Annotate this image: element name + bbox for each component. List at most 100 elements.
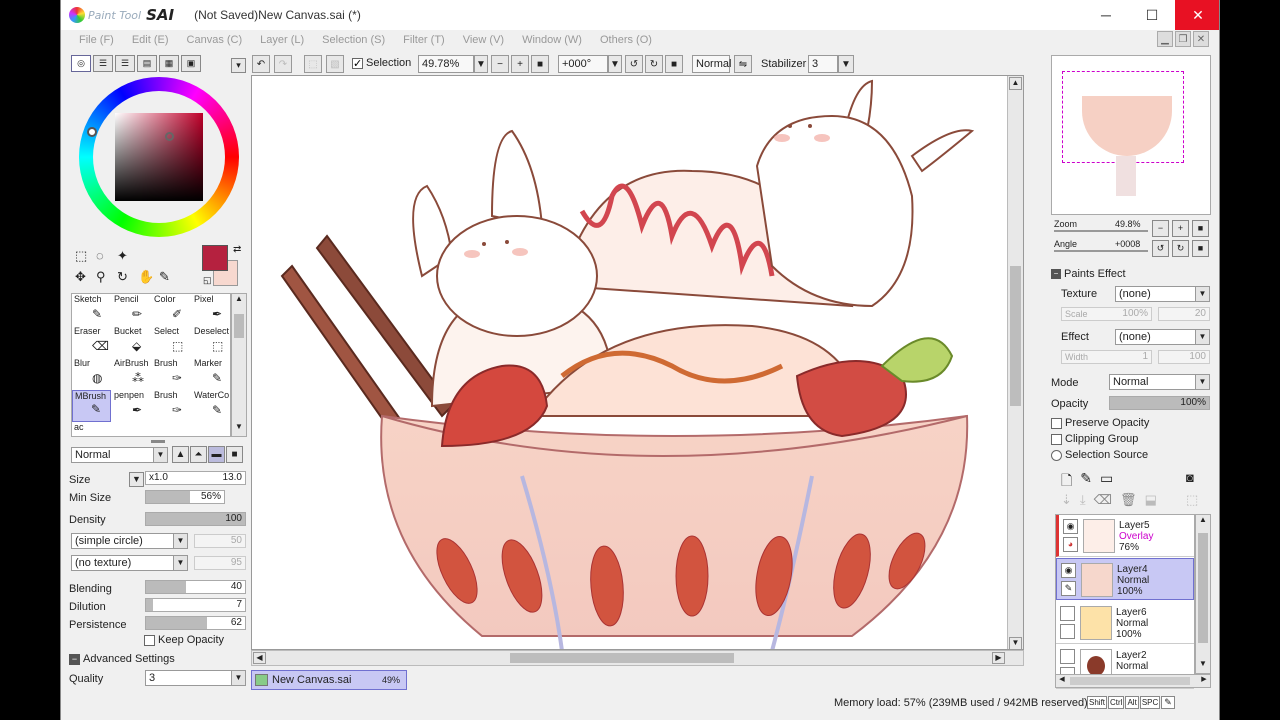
layer-opacity-slider[interactable]: 100%	[1109, 396, 1210, 410]
scroll-thumb[interactable]	[234, 314, 244, 338]
nav-zoom-out-icon[interactable]: −	[1152, 220, 1169, 237]
layer-row-layer6[interactable]: Layer6 Normal 100%	[1056, 602, 1194, 644]
layer-hscroll-thumb[interactable]	[1070, 677, 1190, 685]
rect-select-icon[interactable]: ⬚	[75, 248, 87, 264]
scroll-right-icon[interactable]: ▶	[1198, 675, 1210, 687]
tool-pixel-3[interactable]: Pixel ✒	[192, 294, 231, 326]
mdi-restore-icon[interactable]: ❐	[1175, 31, 1191, 47]
texture-strength-slider[interactable]: 95	[194, 556, 246, 570]
selection-source-radio[interactable]: Selection Source	[1051, 449, 1148, 461]
visibility-icon[interactable]: ◉	[1061, 563, 1076, 578]
menu-layer[interactable]: Layer (L)	[260, 34, 304, 46]
texture-combo[interactable]: (none) ▼	[1115, 286, 1210, 302]
delete-layer-icon[interactable]: 🗑	[1120, 492, 1137, 508]
move-icon[interactable]: ✥	[75, 269, 86, 285]
menu-window[interactable]: Window (W)	[522, 34, 582, 46]
minsize-slider[interactable]: 56%	[145, 490, 225, 504]
advanced-settings-toggle[interactable]: − Advanced Settings	[69, 653, 175, 665]
dilution-slider[interactable]: 7	[145, 598, 246, 612]
nav-zoom-slider[interactable]	[1054, 230, 1148, 232]
shape-soft-icon[interactable]: ⏶	[190, 446, 207, 463]
tool-eraser-4[interactable]: Eraser ⌫	[72, 326, 111, 358]
new-folder-icon[interactable]: ▭	[1100, 470, 1113, 494]
blending-slider[interactable]: 40	[145, 580, 246, 594]
nav-rotate-left-icon[interactable]: ↺	[1152, 240, 1169, 257]
scroll-up-icon[interactable]: ▲	[1009, 77, 1022, 90]
menu-view[interactable]: View (V)	[463, 34, 504, 46]
swap-colors-icon[interactable]: ⇄	[233, 244, 241, 255]
new-linework-icon[interactable]: ✎	[1080, 470, 1092, 494]
transfer-down-icon[interactable]: ⇣	[1061, 492, 1072, 508]
layer-row-layer4[interactable]: ◉ ✎ Layer4 Normal 100%	[1056, 558, 1194, 600]
navigator-preview[interactable]	[1051, 55, 1211, 215]
stabilizer-dropdown-icon[interactable]: ▼	[838, 55, 854, 73]
quality-combo[interactable]: 3 ▼	[145, 670, 246, 686]
tool-marker-11[interactable]: Marker ✎	[192, 358, 231, 390]
paints-effect-header[interactable]: − Paints Effect	[1051, 268, 1126, 280]
rotate-right-icon[interactable]: ↻	[645, 55, 663, 73]
rotate-icon[interactable]: ↻	[117, 269, 128, 285]
undo-icon[interactable]: ↶	[252, 55, 270, 73]
mixer-tab-icon[interactable]: ▦	[159, 55, 179, 72]
invert-selection-icon[interactable]: ▧	[326, 55, 344, 73]
size-slider[interactable]: x1.0 13.0	[145, 471, 246, 485]
brush-texture-combo[interactable]: (no texture) ▼	[71, 555, 188, 571]
tool-color-2[interactable]: Color ✐	[152, 294, 191, 326]
effect-combo[interactable]: (none) ▼	[1115, 329, 1210, 345]
zoom-reset-icon[interactable]: ■	[531, 55, 549, 73]
layer-row-layer5[interactable]: ◉ ◕ Layer5 Overlay 76%	[1056, 515, 1194, 557]
scroll-up-icon[interactable]: ▲	[1196, 515, 1210, 529]
new-layer-icon[interactable]: 🗋	[1061, 470, 1072, 494]
size-mult-dropdown[interactable]: ▼	[129, 472, 144, 487]
primary-color-swatch[interactable]	[202, 245, 228, 271]
tool-pencil-1[interactable]: Pencil ✏	[112, 294, 151, 326]
paint-lock-icon[interactable]	[1060, 624, 1075, 639]
selection-toggle[interactable]: Selection	[349, 55, 414, 73]
reset-colors-icon[interactable]: ◱	[203, 275, 212, 286]
tool-waterco-15[interactable]: WaterCo ✎	[192, 390, 231, 422]
zoom-field[interactable]: 49.78%	[418, 55, 474, 73]
rotate-left-icon[interactable]: ↺	[625, 55, 643, 73]
saturation-value-square[interactable]	[115, 113, 203, 201]
effect-strength-slider[interactable]: 100	[1158, 350, 1210, 364]
tool-mbrush-12[interactable]: MBrush ✎	[72, 390, 111, 422]
nav-zoom-reset-icon[interactable]: ■	[1192, 220, 1209, 237]
menu-edit[interactable]: Edit (E)	[132, 34, 169, 46]
menu-canvas[interactable]: Canvas (C)	[187, 34, 243, 46]
shape-flat-icon[interactable]: ▬	[208, 446, 225, 463]
tool-brush-10[interactable]: Brush ✑	[152, 358, 191, 390]
tool-sketch-0[interactable]: Sketch ✎	[72, 294, 111, 326]
vscroll-thumb[interactable]	[1010, 266, 1021, 406]
scroll-up-icon[interactable]: ▲	[232, 294, 246, 308]
tool-grid-scrollbar[interactable]: ▲ ▼	[231, 293, 247, 437]
menu-file[interactable]: File (F)	[79, 34, 114, 46]
menu-others[interactable]: Others (O)	[600, 34, 652, 46]
canvas-viewport[interactable]: ▲ ▼	[251, 75, 1024, 650]
splitter[interactable]	[151, 440, 165, 443]
flip-icon[interactable]: ⇋	[734, 55, 752, 73]
scroll-left-icon[interactable]: ◀	[1056, 675, 1068, 687]
color-wheel-tab-icon[interactable]: ◎	[71, 55, 91, 72]
color-marker[interactable]	[165, 132, 174, 141]
magic-wand-icon[interactable]: ✦	[117, 248, 128, 264]
clipping-group-checkbox[interactable]: Clipping Group	[1051, 433, 1138, 445]
layer-scroll-thumb[interactable]	[1198, 533, 1208, 643]
mask-delete-icon[interactable]: ⬚	[1186, 492, 1198, 508]
hsv-slider-tab-icon[interactable]: ☰	[115, 55, 135, 72]
layer-hscrollbar[interactable]: ◀ ▶	[1055, 674, 1211, 688]
persistence-slider[interactable]: 62	[145, 616, 246, 630]
maximize-button[interactable]: ☐	[1129, 0, 1175, 30]
nav-angle-slider[interactable]	[1054, 250, 1148, 252]
clear-layer-icon[interactable]: ⌫	[1094, 492, 1112, 508]
visibility-icon[interactable]: ◉	[1063, 519, 1078, 534]
zoom-icon[interactable]: ⚲	[96, 269, 106, 285]
deselect-icon[interactable]: ⬚	[304, 55, 322, 73]
angle-dropdown-icon[interactable]: ▼	[608, 55, 622, 73]
menu-selection[interactable]: Selection (S)	[322, 34, 385, 46]
texture-strength-slider-r[interactable]: 20	[1158, 307, 1210, 321]
hand-icon[interactable]: ✋	[138, 269, 154, 285]
canvas-vscrollbar[interactable]: ▲ ▼	[1007, 76, 1023, 649]
hscroll-thumb[interactable]	[510, 653, 734, 663]
paint-lock-icon[interactable]: ✎	[1061, 581, 1076, 596]
clipping-indicator-icon[interactable]: ◕	[1063, 537, 1078, 552]
